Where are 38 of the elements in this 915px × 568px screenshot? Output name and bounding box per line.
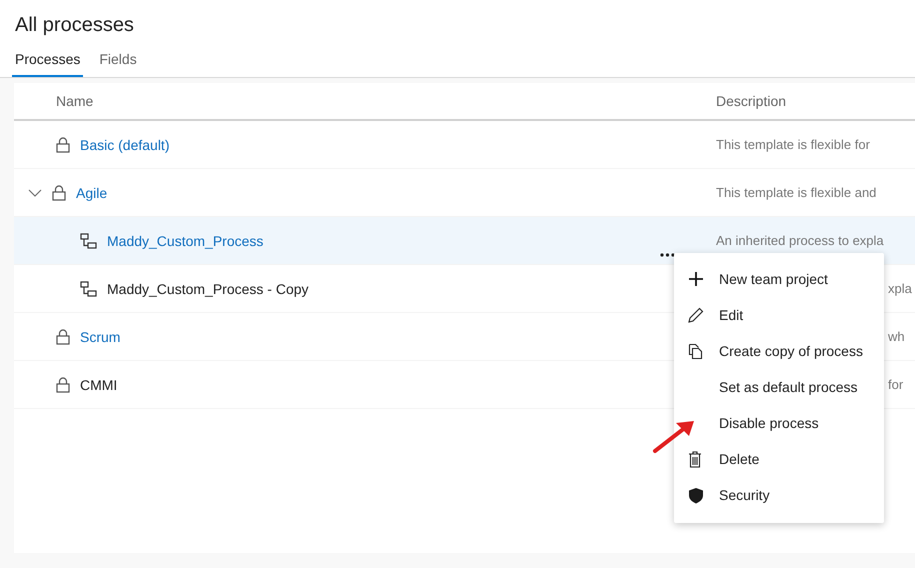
tab[interactable]: Fields (96, 51, 140, 77)
process-name: CMMI (80, 376, 118, 392)
hierarchy-icon (80, 232, 97, 248)
process-link[interactable]: Agile (76, 184, 108, 200)
description-text: wh (888, 329, 905, 344)
lock-icon (52, 184, 66, 200)
selected-row[interactable]: Maddy_Custom_Process An inherited process to expla (14, 217, 915, 265)
process-link[interactable]: Basic (default) (80, 136, 170, 152)
process-name: Maddy_Custom_Process - Copy (107, 280, 309, 296)
column-header: Name (56, 93, 94, 109)
process-link[interactable]: Scrum (80, 328, 120, 344)
description-text: An inherited process to expla (716, 233, 884, 248)
menu-item[interactable]: Delete (719, 451, 760, 467)
description-text: This template is flexible for (716, 137, 870, 152)
lock-icon (56, 376, 70, 392)
description-text: for (888, 377, 904, 392)
trash-icon (688, 450, 702, 468)
annotation-arrow (652, 418, 696, 454)
page-title: All processes (15, 14, 134, 37)
menu-item[interactable]: Disable process (719, 415, 819, 431)
hierarchy-icon (80, 280, 97, 296)
process-link[interactable]: Maddy_Custom_Process (107, 232, 264, 248)
column-header: Description (716, 93, 786, 109)
lock-icon (56, 328, 70, 344)
menu-item[interactable]: Set as default process (719, 379, 858, 395)
tab[interactable]: Processes (12, 51, 84, 77)
copy-icon (688, 342, 704, 360)
plus-icon (688, 271, 704, 287)
menu-item[interactable]: Edit (719, 307, 744, 323)
shield-icon (688, 486, 704, 504)
menu-item[interactable]: New team project (719, 271, 828, 287)
menu-item[interactable]: Create copy of process (719, 343, 863, 359)
description-text: xpla (888, 281, 912, 296)
description-text: This template is flexible and (716, 185, 876, 200)
pencil-icon (688, 307, 704, 323)
more-icon[interactable] (660, 252, 675, 258)
lock-icon (56, 136, 70, 152)
menu-item[interactable]: Security (719, 487, 770, 503)
